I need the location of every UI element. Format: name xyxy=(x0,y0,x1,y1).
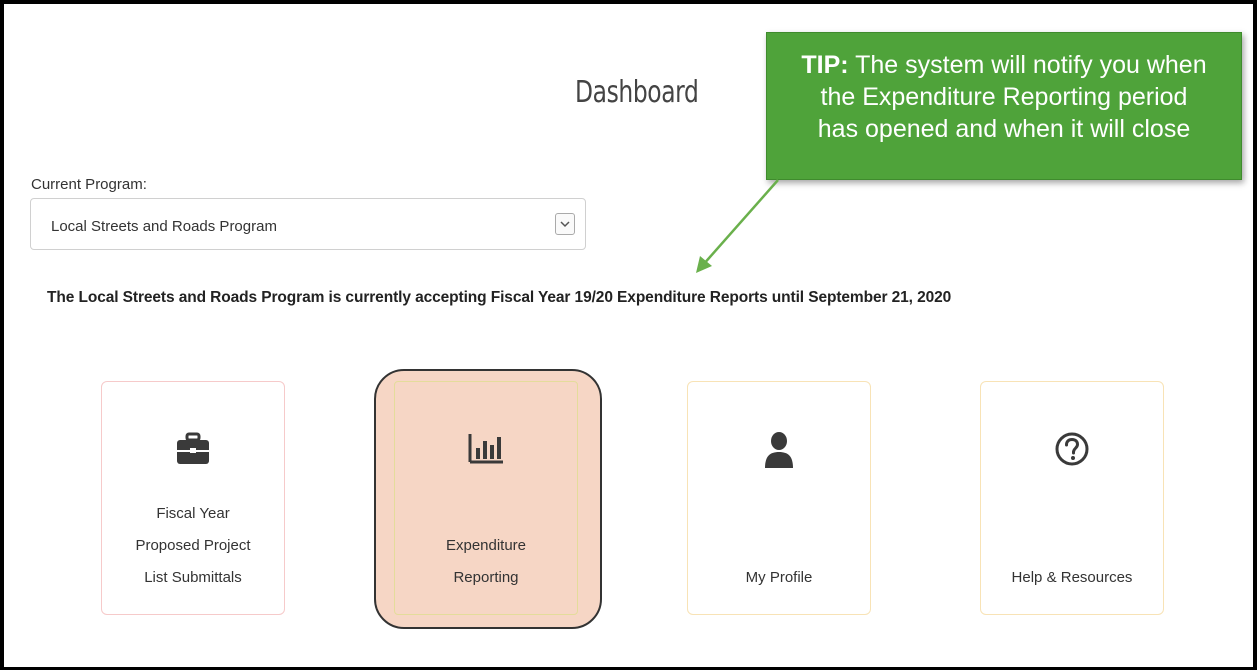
card-label: My Profile xyxy=(698,562,860,594)
card-help-resources[interactable]: Help & Resources xyxy=(980,381,1164,615)
card-label-line: List Submittals xyxy=(144,569,242,586)
card-label-line: Expenditure xyxy=(445,537,527,554)
user-icon xyxy=(688,432,870,468)
current-program-label: Current Program: xyxy=(31,176,147,193)
page-title: Dashboard xyxy=(575,75,699,110)
card-expenditure-reporting[interactable]: Expenditure Reporting xyxy=(394,381,578,615)
bar-chart-icon xyxy=(395,432,577,464)
question-circle-icon xyxy=(981,432,1163,466)
tip-prefix: TIP: xyxy=(801,51,849,79)
chevron-down-icon[interactable] xyxy=(555,213,575,235)
card-fiscal-year-proposed-project[interactable]: Fiscal Year Proposed Project List Submit… xyxy=(101,381,285,615)
program-select-value: Local Streets and Roads Program xyxy=(51,218,277,235)
program-notice: The Local Streets and Roads Program is c… xyxy=(47,289,952,306)
card-label: Expenditure Reporting xyxy=(405,530,567,594)
card-label-line: Help & Resources xyxy=(1011,569,1133,586)
card-label-line: My Profile xyxy=(745,569,813,586)
tip-arrow-icon xyxy=(696,179,779,273)
card-my-profile[interactable]: My Profile xyxy=(687,381,871,615)
tip-line-3: has opened and when it will close xyxy=(817,115,1191,143)
card-label: Fiscal Year Proposed Project List Submit… xyxy=(112,498,274,594)
program-select[interactable]: Local Streets and Roads Program xyxy=(30,198,586,250)
card-label-line: Fiscal Year xyxy=(156,505,230,522)
briefcase-icon xyxy=(102,432,284,466)
tip-callout: TIP: The system will notify you when the… xyxy=(766,32,1242,180)
tip-line-2: the Expenditure Reporting period xyxy=(820,83,1188,111)
card-label-line: Proposed Project xyxy=(135,537,251,554)
tip-text-1: The system will notify you when xyxy=(855,51,1207,79)
tip-line-1: TIP: The system will notify you when xyxy=(767,49,1241,81)
card-label-line: Reporting xyxy=(453,569,519,586)
card-label: Help & Resources xyxy=(991,562,1153,594)
